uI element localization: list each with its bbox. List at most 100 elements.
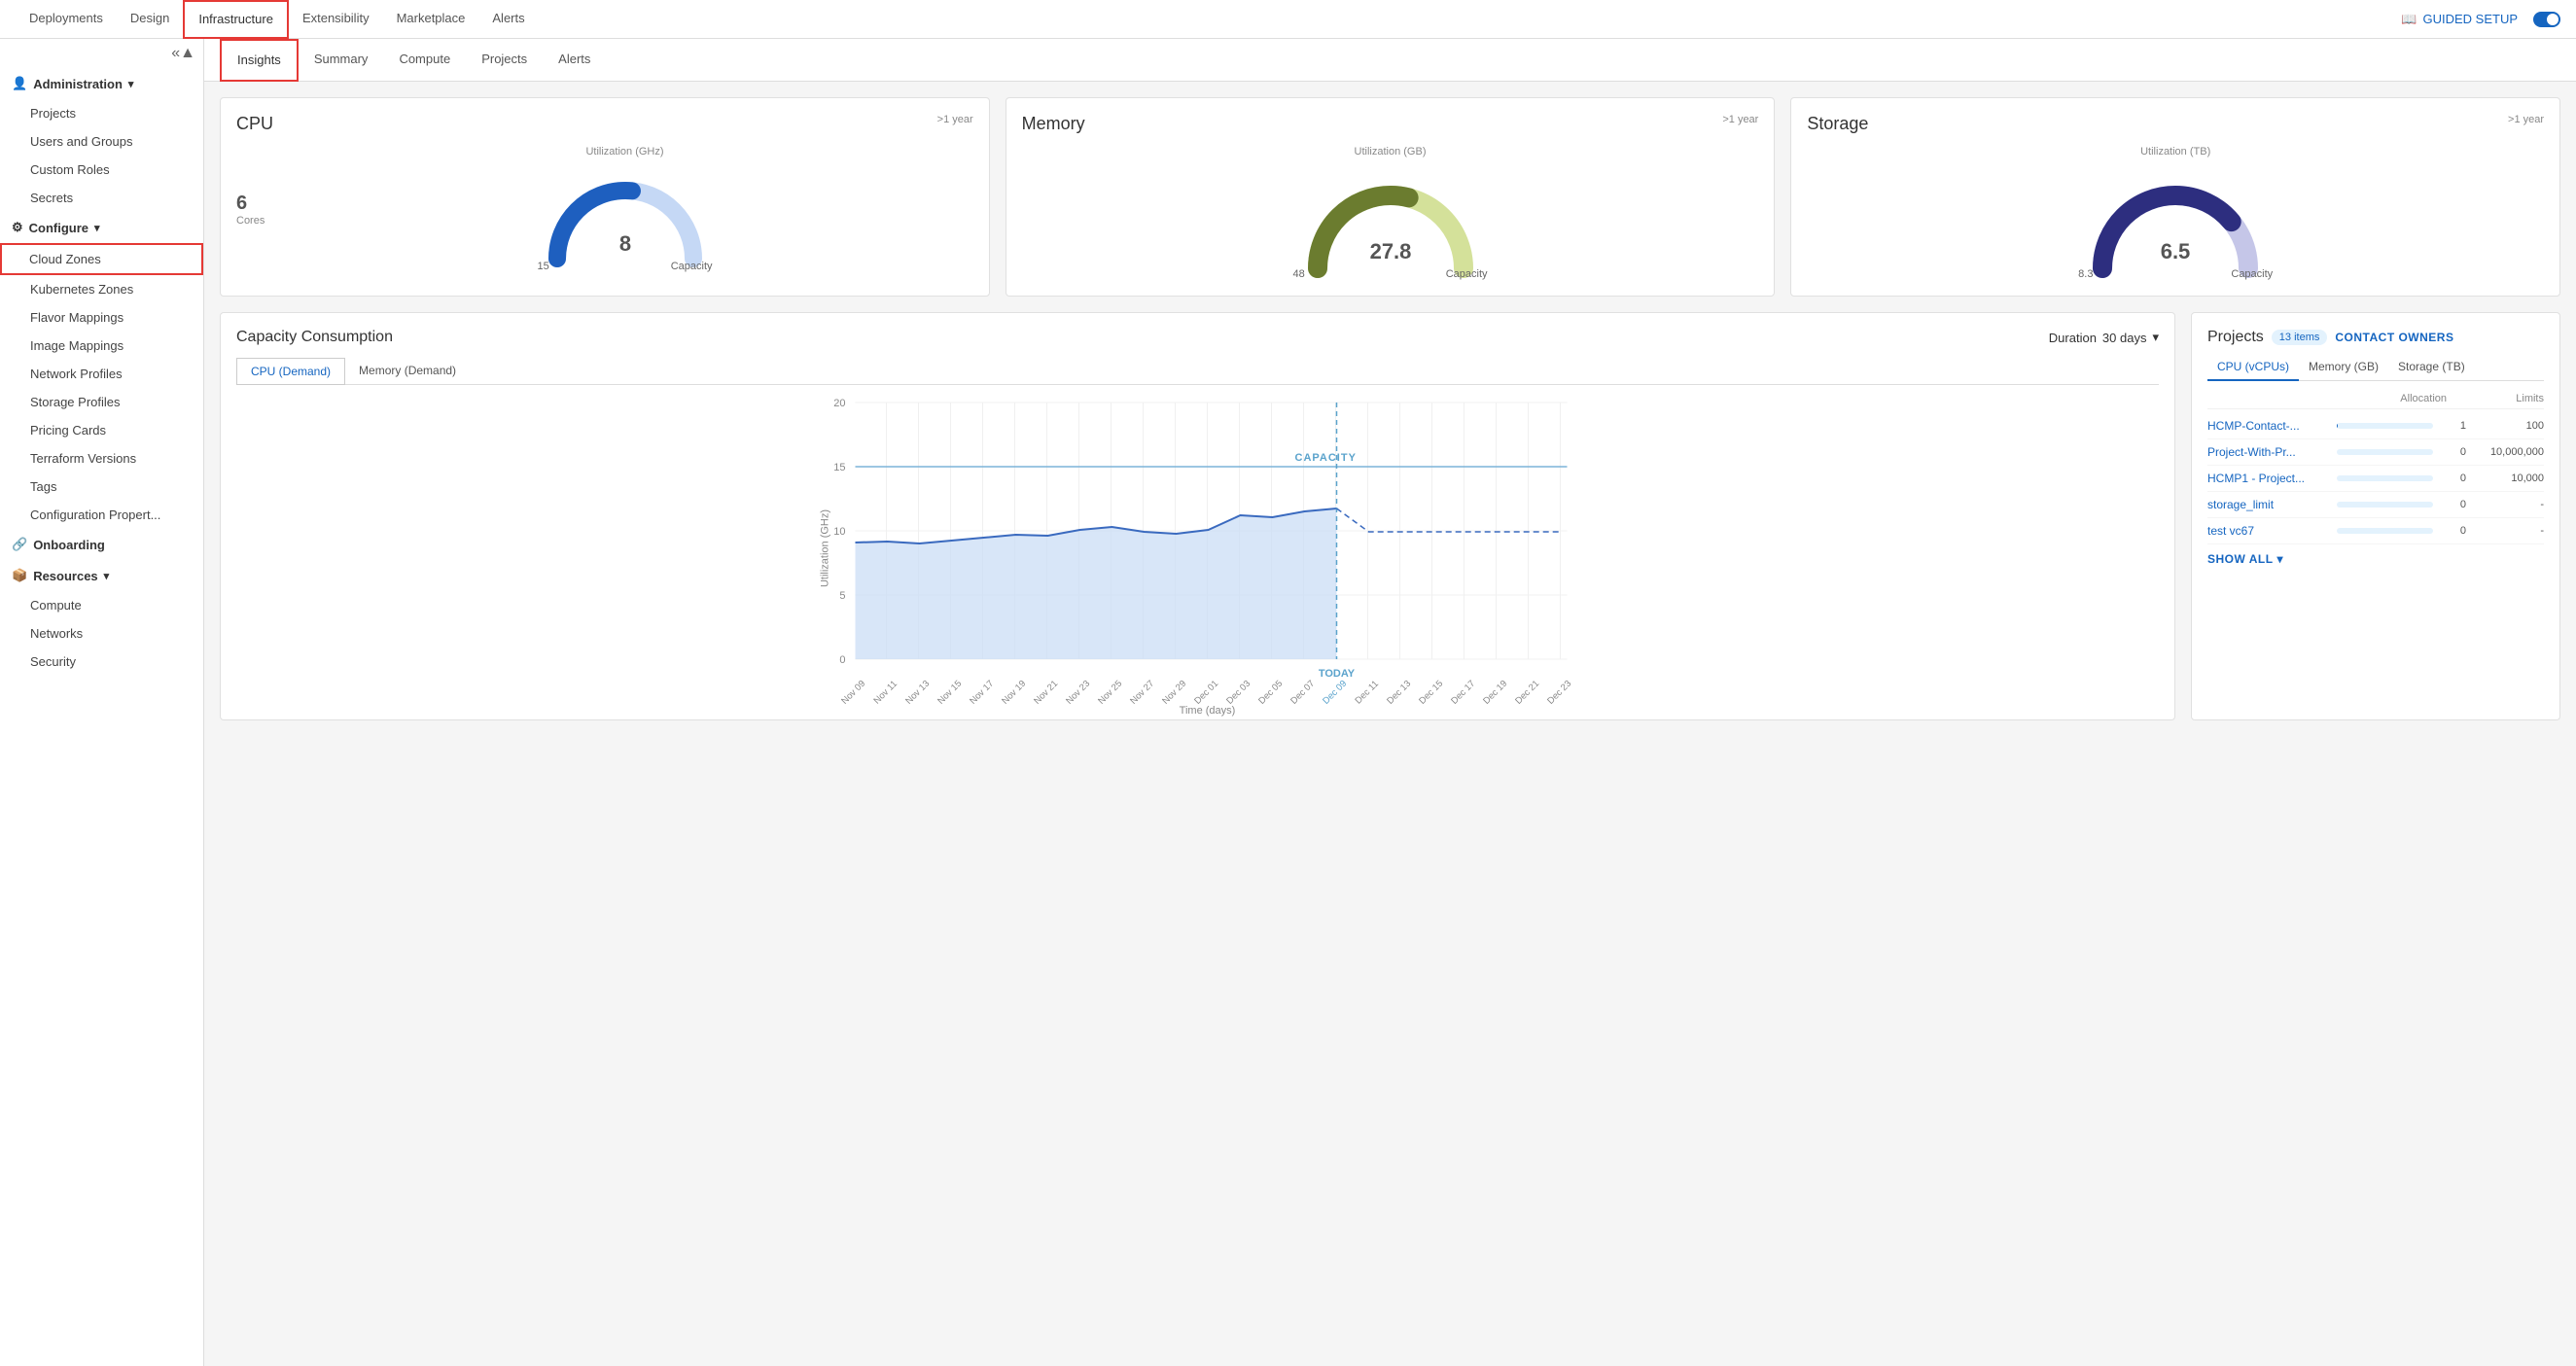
projects-tab-storage[interactable]: Storage (TB) bbox=[2388, 354, 2475, 381]
nav-item-marketplace[interactable]: Marketplace bbox=[383, 0, 479, 39]
sub-tab-summary[interactable]: Summary bbox=[299, 39, 384, 82]
sidebar-group-administration[interactable]: 👤 Administration ▾ bbox=[0, 68, 203, 99]
svg-text:Nov 15: Nov 15 bbox=[935, 679, 964, 707]
svg-text:Nov 09: Nov 09 bbox=[839, 679, 867, 707]
top-nav: Deployments Design Infrastructure Extens… bbox=[0, 0, 2576, 39]
sidebar-group-onboarding[interactable]: 🔗 Onboarding bbox=[0, 529, 203, 560]
cpu-gauge-card: CPU >1 year 6 Cores Utilization (GHz) bbox=[220, 97, 990, 297]
projects-tab-memory[interactable]: Memory (GB) bbox=[2299, 354, 2388, 381]
sidebar-item-network-profiles[interactable]: Network Profiles bbox=[0, 360, 203, 388]
sidebar-item-projects[interactable]: Projects bbox=[0, 99, 203, 127]
project-name[interactable]: test vc67 bbox=[2207, 524, 2337, 538]
cpu-gauge-svg: 8 bbox=[538, 161, 713, 268]
content-body: CPU >1 year 6 Cores Utilization (GHz) bbox=[204, 82, 2576, 1366]
table-row: test vc67 0 - bbox=[2207, 518, 2544, 544]
configure-chevron: ▾ bbox=[94, 222, 100, 234]
sub-tab-insights[interactable]: Insights bbox=[220, 39, 299, 82]
svg-text:Nov 21: Nov 21 bbox=[1032, 679, 1060, 707]
cpu-capacity-label: Capacity bbox=[671, 261, 713, 272]
memory-title: Memory bbox=[1022, 114, 1085, 134]
sidebar-item-flavor-mappings[interactable]: Flavor Mappings bbox=[0, 303, 203, 332]
sidebar-group-configure[interactable]: ⚙ Configure ▾ bbox=[0, 212, 203, 243]
sub-tab-compute[interactable]: Compute bbox=[383, 39, 466, 82]
project-name[interactable]: HCMP-Contact-... bbox=[2207, 419, 2337, 433]
project-name[interactable]: HCMP1 - Project... bbox=[2207, 472, 2337, 485]
project-name[interactable]: storage_limit bbox=[2207, 498, 2337, 511]
sidebar-item-networks[interactable]: Networks bbox=[0, 619, 203, 648]
sidebar-item-storage-profiles[interactable]: Storage Profiles bbox=[0, 388, 203, 416]
onboarding-icon: 🔗 bbox=[12, 537, 27, 552]
storage-gauge-card: Storage >1 year Utilization (TB) 6.5 8.3… bbox=[1790, 97, 2560, 297]
svg-text:Dec 05: Dec 05 bbox=[1256, 679, 1285, 707]
sub-tab-projects[interactable]: Projects bbox=[466, 39, 543, 82]
sidebar-item-terraform-versions[interactable]: Terraform Versions bbox=[0, 444, 203, 473]
sidebar-item-custom-roles[interactable]: Custom Roles bbox=[0, 156, 203, 184]
sidebar-item-pricing-cards[interactable]: Pricing Cards bbox=[0, 416, 203, 444]
duration-chevron-icon: ▾ bbox=[2152, 330, 2159, 345]
sidebar-scroll-up-button[interactable]: ▲ bbox=[180, 45, 195, 62]
gauge-cards-row: CPU >1 year 6 Cores Utilization (GHz) bbox=[220, 97, 2560, 297]
duration-select[interactable]: Duration 30 days ▾ bbox=[2049, 330, 2159, 345]
svg-text:Nov 13: Nov 13 bbox=[903, 679, 932, 707]
project-allocation: 0 bbox=[2437, 525, 2466, 537]
sidebar-item-tags[interactable]: Tags bbox=[0, 473, 203, 501]
projects-table-header: Allocation Limits bbox=[2207, 389, 2544, 409]
sidebar-item-cloud-zones[interactable]: Cloud Zones bbox=[0, 243, 203, 275]
sidebar-item-users-and-groups[interactable]: Users and Groups bbox=[0, 127, 203, 156]
guided-setup-button[interactable]: 📖 GUIDED SETUP bbox=[2401, 12, 2518, 27]
svg-text:Nov 11: Nov 11 bbox=[871, 679, 900, 707]
sidebar-item-compute[interactable]: Compute bbox=[0, 591, 203, 619]
svg-text:Dec 17: Dec 17 bbox=[1449, 679, 1477, 707]
sidebar-collapse-controls: « ▲ bbox=[0, 39, 203, 68]
nav-item-infrastructure[interactable]: Infrastructure bbox=[183, 0, 289, 39]
bottom-row: Capacity Consumption Duration 30 days ▾ … bbox=[220, 312, 2560, 720]
project-bar-wrap: 0 bbox=[2337, 525, 2466, 537]
main-layout: « ▲ 👤 Administration ▾ Projects Users an… bbox=[0, 39, 2576, 1366]
sidebar-item-security[interactable]: Security bbox=[0, 648, 203, 676]
sidebar-item-secrets[interactable]: Secrets bbox=[0, 184, 203, 212]
project-name[interactable]: Project-With-Pr... bbox=[2207, 445, 2337, 459]
admin-chevron: ▾ bbox=[128, 78, 134, 90]
sidebar-item-image-mappings[interactable]: Image Mappings bbox=[0, 332, 203, 360]
sidebar-collapse-button[interactable]: « bbox=[171, 45, 180, 62]
nav-item-deployments[interactable]: Deployments bbox=[16, 0, 117, 39]
project-limit: - bbox=[2466, 525, 2544, 537]
svg-text:Dec 13: Dec 13 bbox=[1385, 679, 1413, 707]
cpu-cores-label: Cores bbox=[236, 215, 265, 227]
allocation-header: Allocation bbox=[2400, 393, 2447, 404]
svg-text:8: 8 bbox=[618, 231, 630, 256]
show-all-button[interactable]: SHOW ALL ▾ bbox=[2207, 552, 2544, 566]
svg-text:Dec 15: Dec 15 bbox=[1417, 679, 1445, 707]
svg-text:Nov 29: Nov 29 bbox=[1160, 679, 1188, 707]
project-bar-fill bbox=[2337, 423, 2338, 429]
nav-item-alerts[interactable]: Alerts bbox=[478, 0, 538, 39]
svg-text:20: 20 bbox=[833, 398, 845, 409]
cpu-capacity-value: 15 bbox=[538, 261, 549, 272]
chart-tab-memory-demand[interactable]: Memory (Demand) bbox=[345, 358, 470, 385]
sidebar-group-resources[interactable]: 📦 Resources ▾ bbox=[0, 560, 203, 591]
nav-item-design[interactable]: Design bbox=[117, 0, 183, 39]
contact-owners-button[interactable]: CONTACT OWNERS bbox=[2335, 331, 2453, 344]
nav-item-extensibility[interactable]: Extensibility bbox=[289, 0, 383, 39]
projects-title: Projects bbox=[2207, 329, 2264, 346]
table-row: HCMP-Contact-... 1 100 bbox=[2207, 413, 2544, 439]
capacity-chart-svg: 20 15 10 5 0 Utilization (GHz) bbox=[236, 393, 2159, 704]
dark-mode-toggle[interactable] bbox=[2533, 12, 2560, 27]
memory-gauge-svg: 27.8 bbox=[1293, 161, 1488, 278]
svg-text:Dec 07: Dec 07 bbox=[1288, 679, 1317, 707]
projects-tab-cpu[interactable]: CPU (vCPUs) bbox=[2207, 354, 2299, 381]
project-bar-wrap: 0 bbox=[2337, 473, 2466, 484]
storage-capacity-value: 8.3 bbox=[2078, 268, 2093, 280]
projects-header: Projects 13 items CONTACT OWNERS bbox=[2207, 329, 2544, 346]
svg-text:Nov 17: Nov 17 bbox=[968, 679, 996, 707]
table-row: HCMP1 - Project... 0 10,000 bbox=[2207, 466, 2544, 492]
sidebar-item-kubernetes-zones[interactable]: Kubernetes Zones bbox=[0, 275, 203, 303]
table-row: storage_limit 0 - bbox=[2207, 492, 2544, 518]
sidebar-item-configuration-properties[interactable]: Configuration Propert... bbox=[0, 501, 203, 529]
sub-tab-alerts[interactable]: Alerts bbox=[543, 39, 606, 82]
project-bar-bg bbox=[2337, 528, 2433, 534]
project-bar-bg bbox=[2337, 502, 2433, 508]
svg-text:Utilization (GHz): Utilization (GHz) bbox=[820, 509, 831, 587]
chart-tab-cpu-demand[interactable]: CPU (Demand) bbox=[236, 358, 345, 385]
svg-text:15: 15 bbox=[833, 462, 845, 473]
